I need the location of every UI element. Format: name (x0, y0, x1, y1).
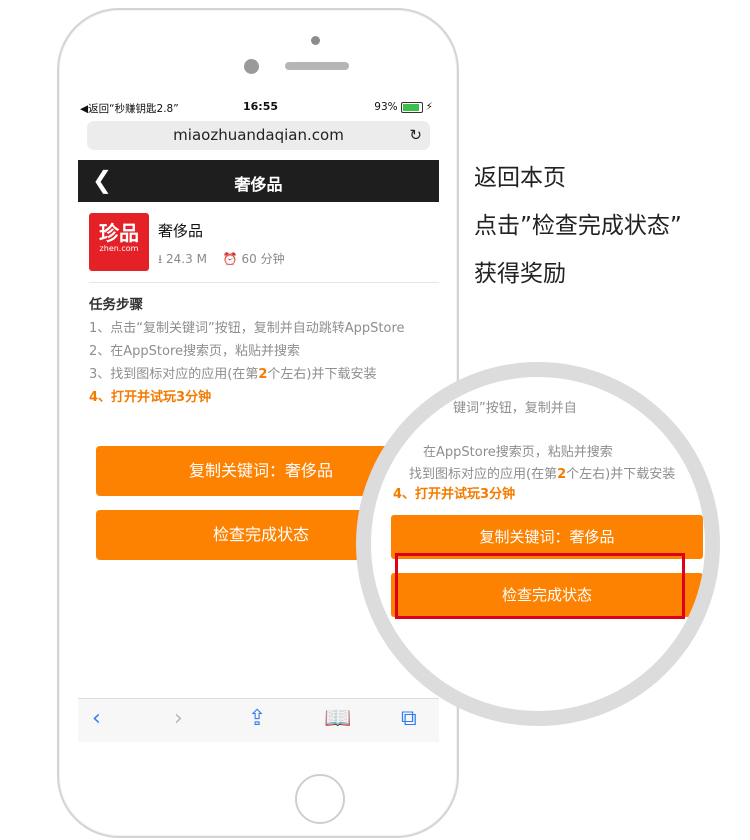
magnifier-circle: 键词”按钮，复制并自 在AppStore搜索页，粘贴并搜索 找到图标对应的应用(… (356, 362, 720, 726)
app-name: 奢侈品 (158, 222, 204, 240)
step-3: 3、找到图标对应的应用(在第2个左右)并下载安装 (89, 367, 377, 382)
reload-icon[interactable]: ↻ (409, 121, 422, 150)
step-4: 4、打开并试玩3分钟 (89, 390, 212, 405)
mag-step-2: 在AppStore搜索页，粘贴并搜索 (423, 445, 613, 460)
alarm-clock-icon: ⏰ (222, 252, 238, 266)
back-icon[interactable]: ‹ (92, 706, 101, 731)
home-button[interactable] (295, 774, 345, 824)
bookmarks-icon[interactable]: 📖 (324, 706, 351, 731)
phone-screen: ◀返回“秒赚钥匙2.8” 16:55 93% ⚡ miaozhuandaqian… (78, 98, 439, 742)
status-bar: ◀返回“秒赚钥匙2.8” 16:55 93% ⚡ (78, 98, 439, 118)
app-logo: 珍品 zhen.com (89, 213, 149, 271)
divider (89, 282, 439, 283)
forward-icon[interactable]: › (174, 706, 183, 731)
mag-step-3: 找到图标对应的应用(在第2个左右)并下载安装 (409, 467, 676, 482)
status-time: 16:55 (243, 100, 279, 113)
app-meta: ⭳ 24.3 M ⏰ 60 分钟 (158, 250, 285, 271)
download-icon: ⭳ (158, 252, 163, 266)
app-duration: 60 分钟 (241, 252, 285, 266)
caption-line-1: 返回本页 (474, 165, 566, 191)
step-1: 1、点击“复制关键词”按钮，复制并自动跳转AppStore (89, 321, 405, 336)
mag-step-4: 4、打开并试玩3分钟 (393, 487, 516, 502)
page-title: 奢侈品 (234, 175, 283, 194)
tabs-icon[interactable]: ⧉ (401, 706, 417, 731)
highlight-box (395, 553, 685, 619)
app-size: 24.3 M (166, 252, 207, 266)
address-bar[interactable]: miaozhuandaqian.com ↻ (87, 121, 430, 150)
page-header: ❮ 奢侈品 (78, 160, 439, 202)
url-text: miaozhuandaqian.com (173, 126, 344, 144)
logo-text: 珍品 (99, 221, 139, 245)
earpiece-speaker (285, 62, 349, 70)
browser-toolbar: ‹ › ⇪ 📖 ⧉ (78, 698, 439, 742)
mag-step-1: 键词”按钮，复制并自 (453, 401, 577, 416)
front-camera (311, 36, 320, 45)
battery-indicator: 93% ⚡ (374, 101, 433, 113)
charging-icon: ⚡ (425, 101, 433, 113)
share-icon[interactable]: ⇪ (248, 706, 266, 731)
task-steps: 任务步骤 1、点击“复制关键词”按钮，复制并自动跳转AppStore 2、在Ap… (89, 294, 434, 409)
battery-percent: 93% (374, 101, 398, 113)
logo-domain: zhen.com (99, 244, 139, 253)
back-to-app-link[interactable]: ◀返回“秒赚钥匙2.8” (80, 101, 179, 116)
caption-line-2: 点击”检查完成状态” (474, 213, 682, 239)
battery-icon (400, 101, 423, 113)
step-2: 2、在AppStore搜索页，粘贴并搜索 (89, 344, 301, 359)
steps-heading: 任务步骤 (89, 297, 143, 313)
sensor (244, 59, 259, 74)
caption-line-3: 获得奖励 (474, 261, 566, 287)
